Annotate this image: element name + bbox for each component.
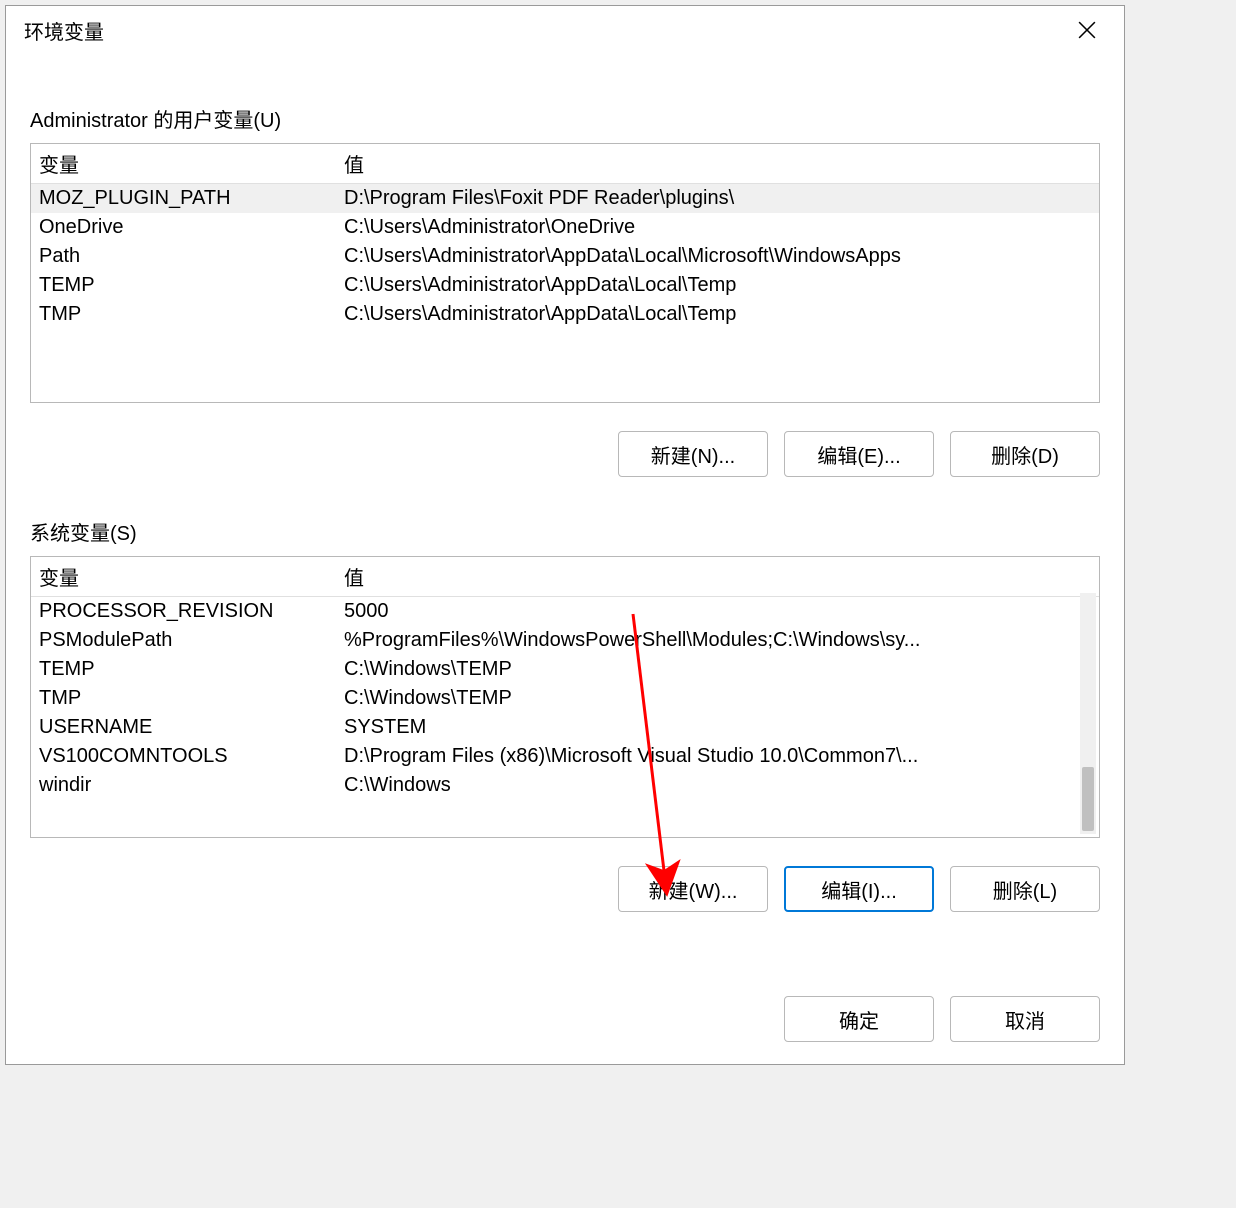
table-row[interactable]: TMPC:\Windows\TEMP (31, 684, 1099, 713)
user-edit-button[interactable]: 编辑(E)... (784, 431, 934, 477)
var-value-cell: C:\Windows (336, 771, 1099, 800)
var-name-cell: OneDrive (31, 213, 336, 242)
table-row[interactable]: PROCESSOR_REVISION5000 (31, 597, 1099, 627)
user-col-val-header[interactable]: 值 (336, 144, 1099, 184)
table-row[interactable]: USERNAMESYSTEM (31, 713, 1099, 742)
user-vars-buttons: 新建(N)... 编辑(E)... 删除(D) (30, 431, 1100, 477)
user-vars-list[interactable]: 变量 值 MOZ_PLUGIN_PATHD:\Program Files\Fox… (30, 143, 1100, 403)
sys-edit-button[interactable]: 编辑(I)... (784, 866, 934, 912)
var-name-cell: MOZ_PLUGIN_PATH (31, 184, 336, 214)
cancel-button[interactable]: 取消 (950, 996, 1100, 1042)
sys-col-var-header[interactable]: 变量 (31, 557, 336, 597)
sys-col-val-header[interactable]: 值 (336, 557, 1099, 597)
table-row[interactable]: PathC:\Users\Administrator\AppData\Local… (31, 242, 1099, 271)
user-vars-label: Administrator 的用户变量(U) (30, 104, 1100, 133)
ok-button[interactable]: 确定 (784, 996, 934, 1042)
close-icon (1078, 21, 1096, 39)
var-name-cell: VS100COMNTOOLS (31, 742, 336, 771)
table-row[interactable]: VS100COMNTOOLSD:\Program Files (x86)\Mic… (31, 742, 1099, 771)
var-value-cell: C:\Windows\TEMP (336, 655, 1099, 684)
var-value-cell: C:\Users\Administrator\AppData\Local\Tem… (336, 271, 1099, 300)
sys-delete-button[interactable]: 删除(L) (950, 866, 1100, 912)
var-value-cell: C:\Users\Administrator\AppData\Local\Mic… (336, 242, 1099, 271)
var-name-cell: windir (31, 771, 336, 800)
var-value-cell: D:\Program Files\Foxit PDF Reader\plugin… (336, 184, 1099, 214)
dialog-content: Administrator 的用户变量(U) 变量 值 MOZ_PLUGIN_P… (6, 54, 1124, 960)
window-title: 环境变量 (24, 16, 104, 45)
var-name-cell: USERNAME (31, 713, 336, 742)
var-name-cell: PROCESSOR_REVISION (31, 597, 336, 627)
table-row[interactable]: MOZ_PLUGIN_PATHD:\Program Files\Foxit PD… (31, 184, 1099, 214)
var-name-cell: TMP (31, 300, 336, 329)
env-vars-dialog: 环境变量 Administrator 的用户变量(U) 变量 值 (5, 5, 1125, 1065)
sys-vars-group: 系统变量(S) 变量 值 PROCESSOR_REVISION5000PSMod… (30, 517, 1100, 912)
close-button[interactable] (1064, 14, 1110, 46)
dialog-buttons: 确定 取消 (784, 996, 1100, 1042)
var-value-cell: C:\Users\Administrator\AppData\Local\Tem… (336, 300, 1099, 329)
var-name-cell: TEMP (31, 655, 336, 684)
var-value-cell: 5000 (336, 597, 1099, 627)
table-row[interactable]: TMPC:\Users\Administrator\AppData\Local\… (31, 300, 1099, 329)
var-name-cell: Path (31, 242, 336, 271)
var-name-cell: PSModulePath (31, 626, 336, 655)
table-row[interactable]: TEMPC:\Users\Administrator\AppData\Local… (31, 271, 1099, 300)
user-col-var-header[interactable]: 变量 (31, 144, 336, 184)
sys-new-button[interactable]: 新建(W)... (618, 866, 768, 912)
sys-vars-label: 系统变量(S) (30, 517, 1100, 546)
sys-vars-scrollbar[interactable] (1080, 593, 1096, 834)
table-row[interactable]: TEMPC:\Windows\TEMP (31, 655, 1099, 684)
var-name-cell: TMP (31, 684, 336, 713)
user-delete-button[interactable]: 删除(D) (950, 431, 1100, 477)
sys-vars-buttons: 新建(W)... 编辑(I)... 删除(L) (30, 866, 1100, 912)
var-value-cell: SYSTEM (336, 713, 1099, 742)
user-new-button[interactable]: 新建(N)... (618, 431, 768, 477)
var-name-cell: TEMP (31, 271, 336, 300)
var-value-cell: C:\Windows\TEMP (336, 684, 1099, 713)
table-row[interactable]: OneDriveC:\Users\Administrator\OneDrive (31, 213, 1099, 242)
titlebar: 环境变量 (6, 6, 1124, 54)
table-row[interactable]: PSModulePath%ProgramFiles%\WindowsPowerS… (31, 626, 1099, 655)
sys-vars-list[interactable]: 变量 值 PROCESSOR_REVISION5000PSModulePath%… (30, 556, 1100, 838)
user-vars-group: Administrator 的用户变量(U) 变量 值 MOZ_PLUGIN_P… (30, 104, 1100, 477)
scrollbar-thumb[interactable] (1082, 767, 1094, 831)
var-value-cell: D:\Program Files (x86)\Microsoft Visual … (336, 742, 1099, 771)
var-value-cell: C:\Users\Administrator\OneDrive (336, 213, 1099, 242)
var-value-cell: %ProgramFiles%\WindowsPowerShell\Modules… (336, 626, 1099, 655)
table-row[interactable]: windirC:\Windows (31, 771, 1099, 800)
